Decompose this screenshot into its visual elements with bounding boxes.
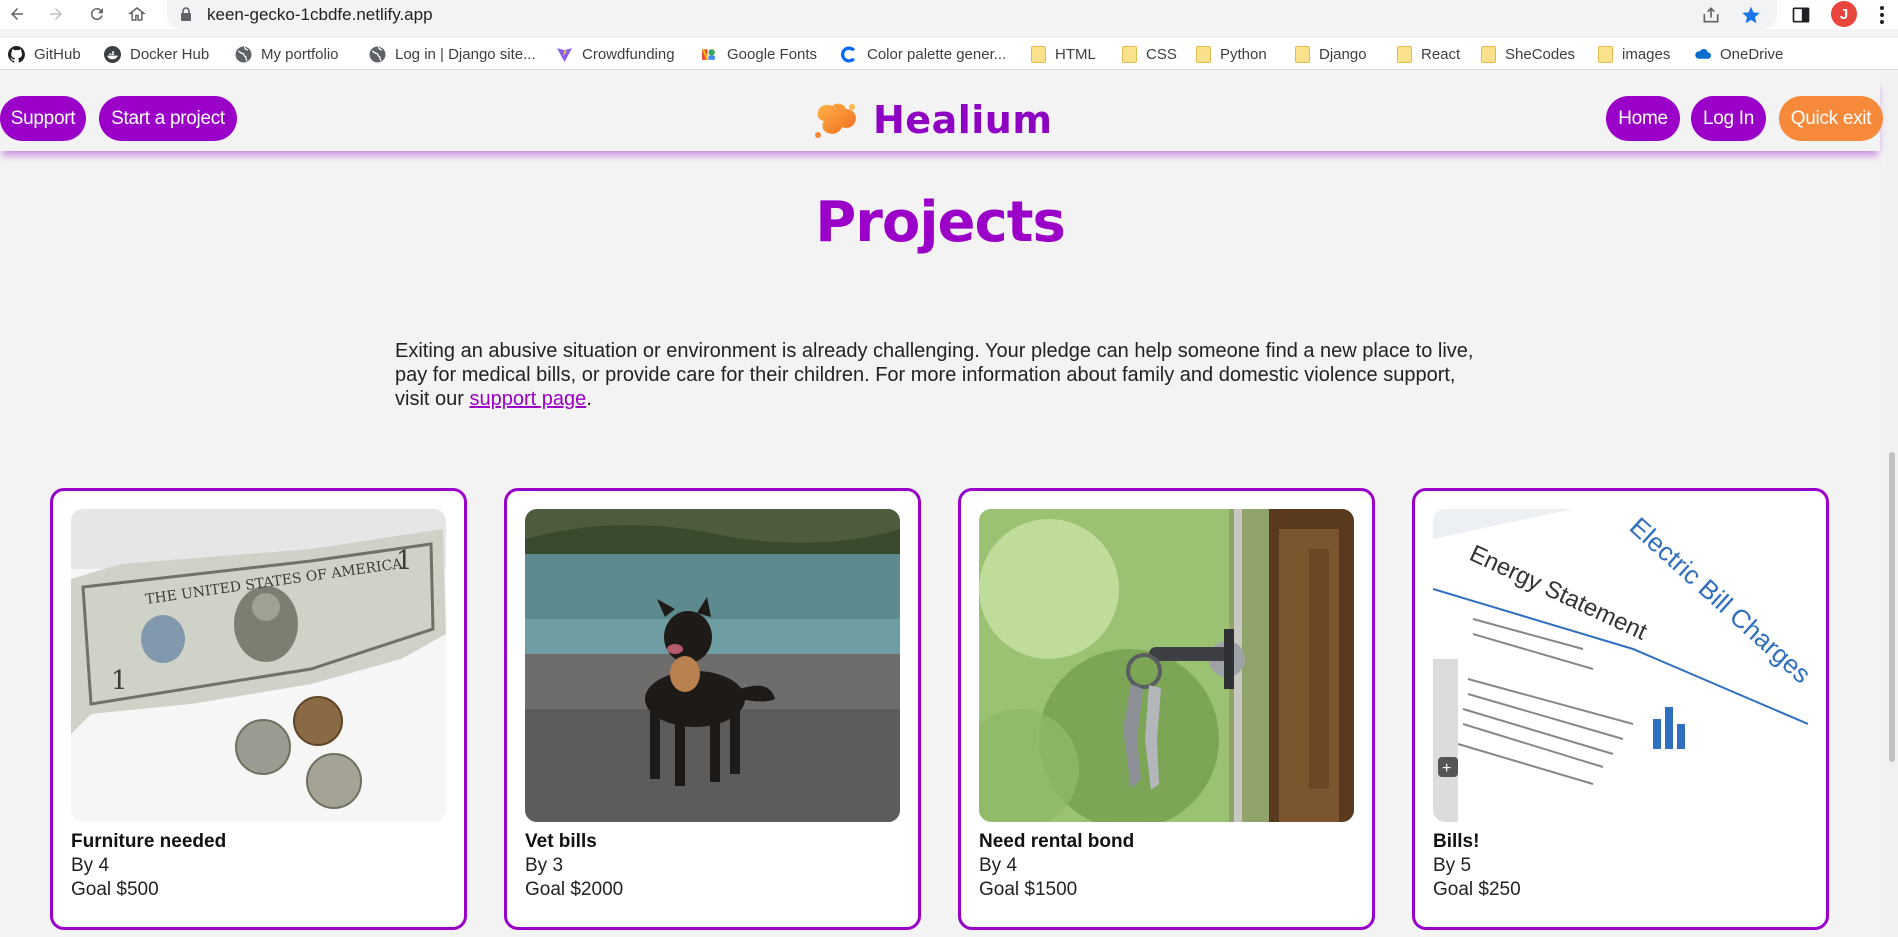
nav-home-button[interactable]: Home: [1606, 96, 1680, 141]
docker-icon: [104, 45, 121, 63]
coolors-icon: [841, 46, 858, 63]
project-image-dollar-bill: THE UNITED STATES OF AMERICA 1 1: [71, 509, 446, 822]
project-title: Need rental bond: [979, 831, 1135, 852]
project-title: Bills!: [1433, 831, 1480, 852]
intro-paragraph: Exiting an abusive situation or environm…: [395, 340, 1474, 410]
project-card-rental-bond[interactable]: Need rental bond By 4 Goal $1500: [958, 488, 1375, 930]
project-title: Furniture needed: [71, 831, 227, 852]
svg-text:1: 1: [396, 546, 413, 576]
logo-text: Healium: [873, 98, 1053, 142]
project-goal: Goal $500: [71, 879, 159, 900]
project-card-vet-bills[interactable]: Vet bills By 3 Goal $2000: [504, 488, 921, 930]
bookmark-my-portfolio[interactable]: My portfolio: [235, 42, 339, 66]
home-icon[interactable]: [125, 2, 149, 26]
reload-icon[interactable]: [85, 2, 109, 26]
google-fonts-icon: [701, 46, 718, 63]
url-text: keen-gecko-1cbdfe.netlify.app: [207, 5, 433, 24]
project-card-bills[interactable]: Energy Statement Electric Bill Charges +…: [1412, 488, 1829, 930]
bookmarks-bar: GitHub Docker Hub My portfolio Log in | …: [0, 38, 1898, 70]
site-header: Support Start a project Healium Home Log…: [0, 78, 1883, 151]
bookmark-folder-python[interactable]: Python: [1196, 42, 1267, 66]
globe-icon: [235, 46, 252, 63]
bookmark-google-fonts[interactable]: Google Fonts: [701, 42, 817, 66]
svg-text:+: +: [1442, 760, 1451, 777]
folder-icon: [1481, 45, 1496, 63]
bookmark-github[interactable]: GitHub: [8, 42, 81, 66]
folder-icon: [1598, 45, 1613, 63]
bookmark-folder-css[interactable]: CSS: [1122, 42, 1177, 66]
vite-icon: [556, 46, 573, 63]
svg-text:1: 1: [111, 666, 128, 696]
bookmark-django-login[interactable]: Log in | Django site...: [369, 42, 536, 66]
bookmark-color-palette[interactable]: Color palette gener...: [841, 42, 1006, 66]
healium-logo[interactable]: Healium: [812, 97, 1052, 143]
folder-icon: [1122, 45, 1137, 63]
bookmark-crowdfunding[interactable]: Crowdfunding: [556, 42, 675, 66]
bookmark-folder-django[interactable]: Django: [1295, 42, 1367, 66]
project-image-electric-bill: Energy Statement Electric Bill Charges +: [1433, 509, 1808, 822]
browser-toolbar: keen-gecko-1cbdfe.netlify.app J: [0, 0, 1898, 29]
folder-icon: [1295, 45, 1310, 63]
globe-icon: [369, 46, 386, 63]
back-icon[interactable]: [5, 2, 29, 26]
quick-exit-button[interactable]: Quick exit: [1779, 96, 1883, 141]
project-goal: Goal $2000: [525, 879, 624, 900]
bookmark-star-icon[interactable]: [1740, 4, 1762, 26]
bookmark-docker-hub[interactable]: Docker Hub: [104, 42, 209, 66]
nav-login-button[interactable]: Log In: [1691, 96, 1766, 141]
project-goal: Goal $1500: [979, 879, 1078, 900]
lock-icon: [181, 7, 191, 21]
healium-logo-icon: [815, 103, 856, 138]
bookmark-folder-images[interactable]: images: [1598, 42, 1670, 66]
share-icon[interactable]: [1700, 4, 1722, 26]
folder-icon: [1196, 45, 1211, 63]
bookmark-folder-react[interactable]: React: [1397, 42, 1460, 66]
support-page-link[interactable]: support page: [469, 388, 586, 410]
address-bar[interactable]: keen-gecko-1cbdfe.netlify.app: [167, 0, 1777, 29]
bookmark-folder-html[interactable]: HTML: [1031, 42, 1096, 66]
project-owner: By 3: [525, 855, 564, 876]
profile-avatar[interactable]: J: [1831, 1, 1857, 27]
github-icon: [8, 45, 25, 63]
project-owner: By 4: [71, 855, 110, 876]
browser-menu-icon[interactable]: [1872, 3, 1892, 27]
onedrive-icon: [1694, 46, 1711, 63]
project-card-furniture[interactable]: THE UNITED STATES OF AMERICA 1 1 Furnitu…: [50, 488, 467, 930]
start-project-button[interactable]: Start a project: [99, 96, 237, 141]
folder-icon: [1031, 45, 1046, 63]
project-owner: By 5: [1433, 855, 1472, 876]
page-title: Projects: [815, 190, 1066, 255]
bookmark-folder-shecodes[interactable]: SheCodes: [1481, 42, 1575, 66]
project-image-keys: [979, 509, 1354, 822]
forward-icon[interactable]: [44, 2, 68, 26]
project-image-dog: [525, 509, 900, 822]
folder-icon: [1397, 45, 1412, 63]
project-owner: By 4: [979, 855, 1018, 876]
project-goal: Goal $250: [1433, 879, 1521, 900]
project-title: Vet bills: [525, 831, 597, 852]
scrollbar-thumb[interactable]: [1889, 452, 1895, 762]
bookmark-onedrive[interactable]: OneDrive: [1694, 42, 1783, 66]
side-panel-icon[interactable]: [1790, 4, 1812, 26]
support-button[interactable]: Support: [0, 96, 86, 141]
